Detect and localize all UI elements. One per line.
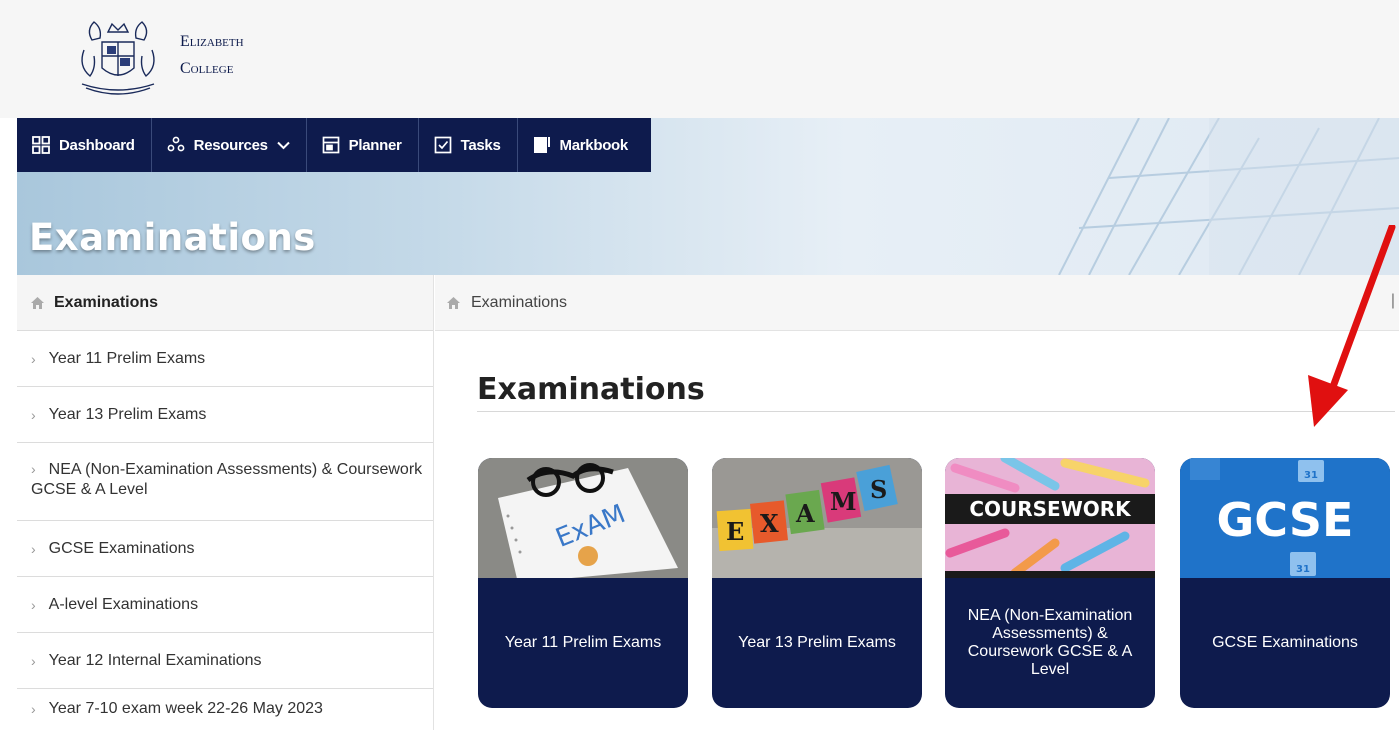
site-header: Elizabeth College [0, 0, 1399, 118]
hero-title: Examinations [29, 216, 316, 259]
card-label: Year 11 Prelim Exams [504, 634, 662, 651]
nav-markbook-label: Markbook [559, 136, 629, 154]
coursework-pencils-image: COURSEWORK [945, 458, 1155, 578]
nav-markbook[interactable]: Markbook [518, 118, 651, 172]
chevron-right-icon: › [31, 406, 36, 423]
red-annotation-arrow [1308, 225, 1396, 427]
resources-icon [167, 136, 185, 152]
sidebar-item-label: Year 13 Prelim Exams [48, 405, 207, 423]
chevron-right-icon: › [31, 461, 36, 477]
sidebar-item-gcse[interactable]: › GCSE Examinations [17, 521, 433, 577]
nav-dashboard-label: Dashboard [59, 136, 135, 154]
sidebar-item-label: NEA (Non-Examination Assessments) & Cour… [31, 461, 423, 498]
svg-text:31: 31 [1296, 564, 1310, 575]
chevron-right-icon: › [31, 540, 36, 557]
chevron-right-icon: › [31, 652, 36, 669]
card-image-text: GCSE [1217, 493, 1354, 547]
sidebar-item-label: Year 11 Prelim Exams [48, 349, 206, 367]
breadcrumb-current: Examinations [471, 293, 568, 311]
sidebar-item-year-12-internal[interactable]: › Year 12 Internal Examinations [17, 633, 433, 689]
svg-text:S: S [870, 475, 887, 504]
nav-tasks[interactable]: Tasks [419, 118, 518, 172]
card-gcse[interactable]: 31 31 GCSE GCSE Examinations [1180, 458, 1390, 708]
card-year-11-prelim[interactable]: ExAM Year 11 Prelim Exams [478, 458, 688, 708]
sidebar-item-nea-coursework[interactable]: › NEA (Non-Examination Assessments) & Cou… [17, 443, 433, 521]
sidebar-item-label: Year 7-10 exam week 22-26 May 2023 [48, 700, 323, 717]
sidebar-item-label: Year 12 Internal Examinations [48, 651, 262, 669]
card-label: NEA (Non-Examination Assessments) & Cour… [967, 607, 1133, 678]
page-title: Examinations [477, 372, 705, 407]
exam-blocks-image: EXAMS [712, 458, 922, 578]
chevron-right-icon: › [31, 350, 36, 367]
nav-dashboard[interactable]: Dashboard [17, 118, 152, 172]
chevron-down-icon [276, 141, 290, 149]
chevron-right-icon: › [31, 596, 36, 613]
nav-resources-label: Resources [193, 136, 268, 154]
card-image-text: COURSEWORK [969, 497, 1132, 521]
sidebar: Examinations › Year 11 Prelim Exams › Ye… [17, 275, 434, 730]
sidebar-item-year-13-prelim[interactable]: › Year 13 Prelim Exams [17, 387, 433, 443]
card-label: GCSE Examinations [1212, 634, 1358, 651]
svg-text:M: M [830, 487, 857, 516]
sidebar-item-label: GCSE Examinations [48, 539, 195, 557]
college-name: Elizabeth College [180, 28, 244, 82]
markbook-icon [533, 137, 550, 153]
nav-resources[interactable]: Resources [152, 118, 307, 172]
dashboard-icon [32, 136, 50, 154]
svg-text:E: E [726, 517, 744, 546]
breadcrumb: Examinations | [435, 275, 1399, 331]
card-year-13-prelim[interactable]: EXAMS Year 13 Prelim Exams [712, 458, 922, 708]
main-nav: Dashboard Resources Planner Tasks Markbo… [17, 118, 651, 172]
sidebar-item-year-11-prelim[interactable]: › Year 11 Prelim Exams [17, 331, 433, 387]
sidebar-header-label: Examinations [54, 293, 159, 311]
planner-icon [322, 136, 340, 154]
home-icon[interactable] [447, 296, 460, 309]
sidebar-item-year-7-10-exam-week[interactable]: › Year 7-10 exam week 22-26 May 2023 [17, 689, 433, 729]
nav-tasks-label: Tasks [460, 136, 501, 154]
brand-line-2: College [180, 60, 234, 77]
sidebar-header[interactable]: Examinations [17, 275, 433, 331]
college-crest-logo[interactable] [72, 10, 164, 100]
card-label: Year 13 Prelim Exams [738, 634, 896, 651]
tasks-icon [434, 136, 451, 154]
home-icon [31, 296, 44, 309]
svg-text:31: 31 [1304, 470, 1318, 481]
svg-text:X: X [760, 509, 779, 538]
exam-notebook-image: ExAM [478, 458, 688, 578]
brand-line-1: Elizabeth [180, 33, 244, 50]
gcse-calendar-image: 31 31 GCSE [1180, 458, 1390, 578]
card-nea-coursework[interactable]: COURSEWORK NEA (Non-Examination Assessme… [945, 458, 1155, 708]
nav-planner[interactable]: Planner [307, 118, 419, 172]
nav-planner-label: Planner [348, 136, 402, 154]
svg-text:A: A [795, 499, 815, 528]
sidebar-item-a-level[interactable]: › A-level Examinations [17, 577, 433, 633]
title-divider [477, 411, 1395, 412]
chevron-right-icon: › [31, 701, 36, 717]
sidebar-item-label: A-level Examinations [48, 595, 199, 613]
